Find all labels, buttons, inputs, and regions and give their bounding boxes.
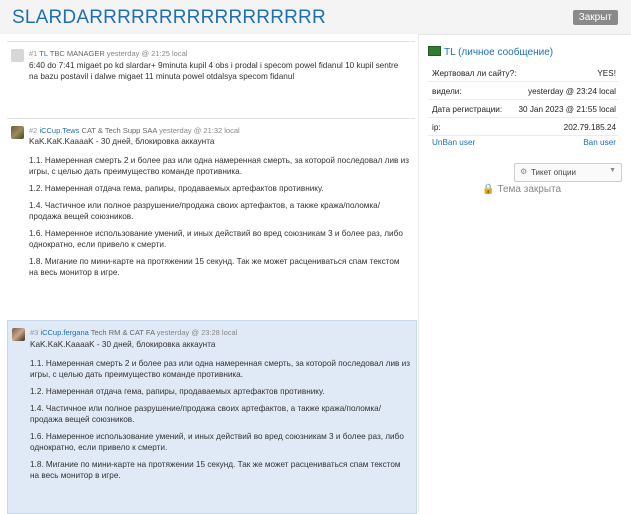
post-meta: #2 iCCup.Tews CAT & Tech Supp SAA yester… [29,126,240,135]
post-paragraph: 1.4. Частичное или полное разрушение/про… [30,404,382,424]
post-paragraph: 1.1. Намеренная смерть 2 и более раз или… [30,359,410,379]
thread-title: SLARDARRRRRRRRRRRRRRRRR [12,7,326,28]
post-body: 6:40 do 7:41 migaet po kd slardar+ 9minu… [29,60,409,88]
locked-label: Тема закрыта [497,184,562,195]
post-paragraph: 1.4. Частичное или полное разрушение/про… [29,201,381,221]
post-role: Tech RM & CAT FA [90,328,155,337]
info-value: yesterday @ 23:24 local [528,87,616,96]
post-role: CAT & Tech Supp SAA [81,126,158,135]
post-paragraph: 1.8. Мигание по мини-карте на протяжении… [30,460,401,480]
info-row-donated: Жертвовал ли сайту?: YES! [428,66,618,82]
info-row-seen: видели: yesterday @ 23:24 local [428,84,618,100]
post-paragraph: 1.1. Намеренная смерть 2 и более раз или… [29,156,409,176]
info-value: YES! [597,69,616,78]
page-header: SLARDARRRRRRRRRRRRRRRRR Закрыт [0,0,631,35]
ban-user-link[interactable]: Ban user [583,138,616,147]
info-value: 202.79.185.24 [563,123,616,132]
post-highlighted: #3 iCCup.fergana Tech RM & CAT FA yester… [7,320,417,514]
post-time: yesterday @ 21:25 local [106,49,188,58]
post-paragraph: 1.6. Намеренное использование умений, и … [29,229,403,249]
post-lead: KaK.KaK.KaaaaK - 30 дней, блокировка акк… [29,137,215,146]
post-time: yesterday @ 23:28 local [156,328,238,337]
unban-user-link[interactable]: UnBan user [432,138,475,147]
info-value: 30 Jan 2023 @ 21:55 local [518,105,616,114]
post-author[interactable]: iCCup.fergana [40,328,88,337]
post-paragraph: 1.8. Мигание по мини-карте на протяжении… [29,257,400,277]
post-number[interactable]: #2 [29,126,37,135]
avatar[interactable] [12,328,25,341]
post-paragraph: 1.2. Намеренная отдача гема, рапиры, про… [29,184,324,193]
column-divider [418,34,419,512]
post-lead: KaK.KaK.KaaaaK - 30 дней, блокировка акк… [30,340,216,349]
post-number[interactable]: #3 [30,328,38,337]
thread-locked-status: 🔒 Тема закрыта [482,184,561,195]
info-row-registered: Дата регистрации: 30 Jan 2023 @ 21:55 lo… [428,102,618,118]
gear-icon: ⚙ [520,167,528,176]
status-badge: Закрыт [572,10,618,25]
info-label: Дата регистрации: [432,105,503,114]
post-paragraph: 1.6. Намеренное использование умений, и … [30,432,404,452]
info-row-ip: ip: 202.79.185.24 [428,120,618,136]
lock-icon: 🔒 [482,184,495,195]
post-body: KaK.KaK.KaaaaK - 30 дней, блокировка акк… [30,339,410,487]
sidebar-user-title[interactable]: TL (личное сообщение) [428,46,553,58]
post-paragraph: 1.2. Намеренная отдача гема, рапиры, про… [30,387,325,396]
chevron-down-icon: ▼ [609,167,616,174]
post-meta: #3 iCCup.fergana Tech RM & CAT FA yester… [30,328,237,337]
post-role: TBC MANAGER [49,49,105,58]
avatar[interactable] [11,49,24,62]
info-label: ip: [432,123,441,132]
post-text: 6:40 do 7:41 migaet po kd slardar+ 9minu… [29,61,399,81]
info-label: видели: [432,87,462,96]
sidebar-user-name[interactable]: TL (личное сообщение) [444,47,553,58]
ticket-options-select[interactable]: ⚙ Тикет опции ▼ [514,163,622,182]
flag-icon [428,46,441,56]
info-label: Жертвовал ли сайту?: [432,69,517,78]
post: #1 TL TBC MANAGER yesterday @ 21:25 loca… [7,41,415,100]
avatar[interactable] [11,126,24,139]
post: #2 iCCup.Tews CAT & Tech Supp SAA yester… [7,118,415,297]
post-body: KaK.KaK.KaaaaK - 30 дней, блокировка акк… [29,136,409,284]
post-author[interactable]: iCCup.Tews [39,126,79,135]
post-number[interactable]: #1 [29,49,37,58]
post-time: yesterday @ 21:32 local [159,126,240,135]
ticket-options-label: Тикет опции [531,168,576,177]
post-meta: #1 TL TBC MANAGER yesterday @ 21:25 loca… [29,49,187,58]
post-author[interactable]: TL [39,49,47,58]
